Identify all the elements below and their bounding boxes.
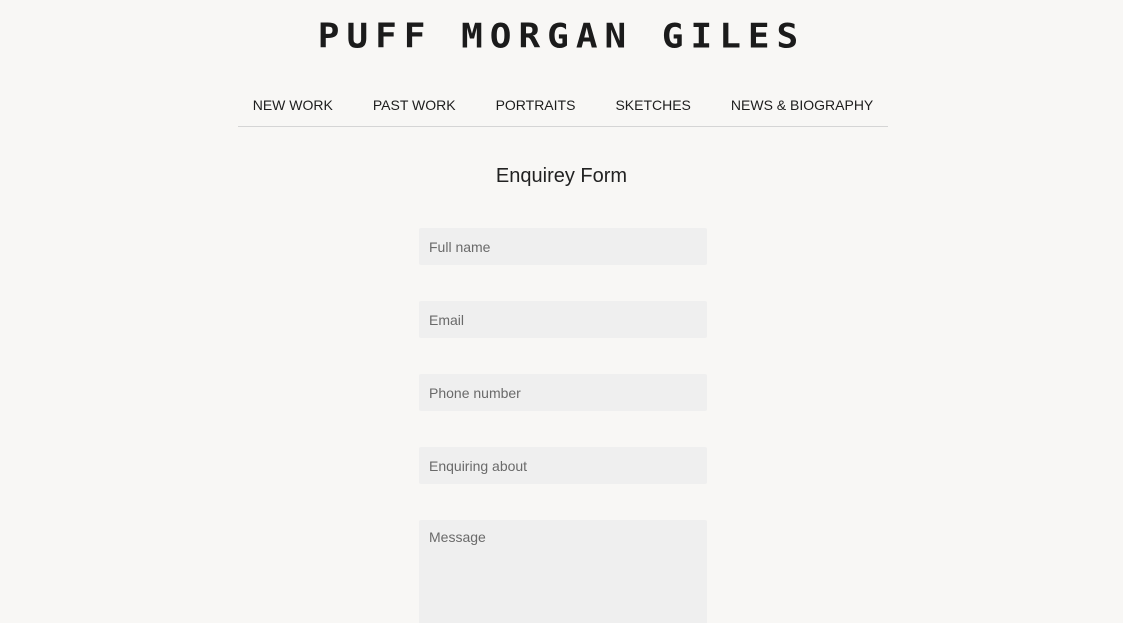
phone-number-input[interactable] [419,374,707,411]
nav-item-portraits[interactable]: PORTRAITS [476,88,596,122]
site-logo[interactable]: PUFF MORGAN GILES [0,17,1123,56]
nav-item-sketches[interactable]: SKETCHES [595,88,710,122]
main-navigation: NEW WORK PAST WORK PORTRAITS SKETCHES NE… [238,88,888,127]
nav-item-past-work[interactable]: PAST WORK [353,88,476,122]
email-input[interactable] [419,301,707,338]
message-textarea[interactable] [419,520,707,623]
enquiring-about-input[interactable] [419,447,707,484]
nav-item-new-work[interactable]: NEW WORK [233,88,353,122]
form-title: Enquirey Form [495,165,628,187]
nav-item-news-biography[interactable]: NEWS & BIOGRAPHY [711,88,893,122]
full-name-input[interactable] [419,228,707,265]
